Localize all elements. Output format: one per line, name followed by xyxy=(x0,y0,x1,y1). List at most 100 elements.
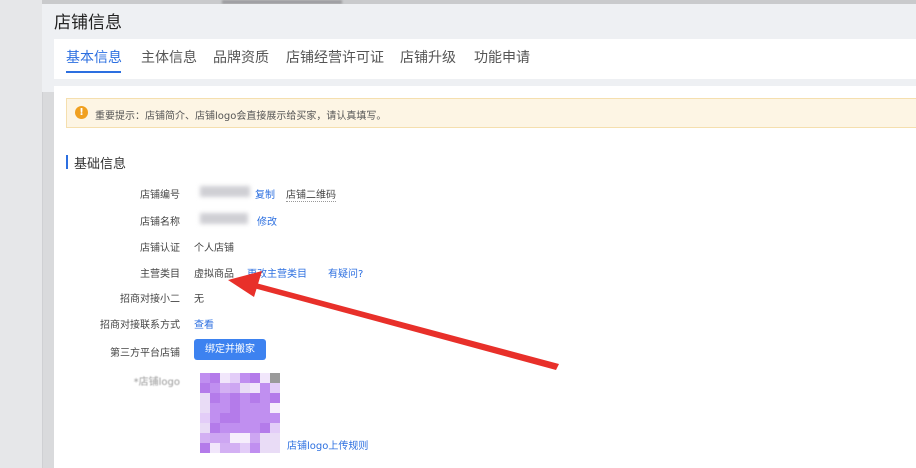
shop-id-value-blurred xyxy=(200,186,250,197)
logo-mosaic-cell xyxy=(210,433,220,443)
logo-mosaic-cell xyxy=(240,393,250,403)
logo-mosaic-cell xyxy=(250,373,260,383)
tab-brand-qualification[interactable]: 品牌资质 xyxy=(213,47,269,67)
logo-upload-rules-link[interactable]: 店铺logo上传规则 xyxy=(287,437,368,452)
logo-mosaic-cell xyxy=(210,393,220,403)
tab-bar: 基本信息 主体信息 品牌资质 店铺经营许可证 店铺升级 功能申请 xyxy=(54,39,916,79)
page-title: 店铺信息 xyxy=(54,13,122,33)
shop-name-value-blurred xyxy=(200,213,248,224)
copy-link[interactable]: 复制 xyxy=(255,186,275,201)
left-sidebar xyxy=(0,0,43,468)
logo-mosaic-cell xyxy=(250,433,260,443)
logo-mosaic-cell xyxy=(270,403,280,413)
logo-mosaic-cell xyxy=(200,423,210,433)
section-marker xyxy=(66,155,68,169)
logo-mosaic-cell xyxy=(230,413,240,423)
logo-mosaic-cell xyxy=(260,423,270,433)
tab-entity-info[interactable]: 主体信息 xyxy=(141,47,197,67)
logo-mosaic-cell xyxy=(260,433,270,443)
logo-mosaic-cell xyxy=(240,403,250,413)
notice-text: 重要提示：店铺简介、店铺logo会直接展示给买家，请认真填写。 xyxy=(95,111,387,122)
contact-person-value: 无 xyxy=(194,294,204,305)
logo-mosaic-cell xyxy=(230,433,240,443)
logo-mosaic-cell xyxy=(240,443,250,453)
logo-mosaic-cell xyxy=(210,423,220,433)
logo-mosaic-cell xyxy=(260,383,270,393)
logo-mosaic-cell xyxy=(210,413,220,423)
logo-mosaic-cell xyxy=(240,413,250,423)
logo-mosaic-cell xyxy=(250,403,260,413)
logo-mosaic-cell xyxy=(260,413,270,423)
logo-mosaic-cell xyxy=(210,403,220,413)
logo-mosaic-cell xyxy=(220,423,230,433)
certification-value: 个人店铺 xyxy=(194,243,234,254)
category-value: 虚拟商品 xyxy=(194,269,234,280)
logo-mosaic-cell xyxy=(240,423,250,433)
notice-banner: ! 重要提示：店铺简介、店铺logo会直接展示给买家，请认真填写。 xyxy=(66,98,916,128)
question-link[interactable]: 有疑问? xyxy=(328,265,363,280)
logo-mosaic-cell xyxy=(230,373,240,383)
logo-mosaic-cell xyxy=(230,393,240,403)
logo-mosaic-cell xyxy=(260,403,270,413)
modify-shop-name-link[interactable]: 修改 xyxy=(257,213,277,228)
logo-mosaic-cell xyxy=(230,443,240,453)
third-party-label: 第三方平台店铺 xyxy=(110,348,180,359)
tab-feature-application[interactable]: 功能申请 xyxy=(474,47,530,67)
view-contact-link[interactable]: 查看 xyxy=(194,316,214,331)
logo-mosaic-cell xyxy=(270,373,280,383)
tab-shop-upgrade[interactable]: 店铺升级 xyxy=(400,47,456,67)
contact-person-label: 招商对接小二 xyxy=(120,294,180,305)
warning-icon: ! xyxy=(75,106,88,119)
logo-mosaic-cell xyxy=(270,433,280,443)
tab-basic-info[interactable]: 基本信息 xyxy=(66,47,122,67)
active-tab-indicator xyxy=(66,71,121,73)
logo-mosaic-cell xyxy=(250,393,260,403)
logo-mosaic-cell xyxy=(270,393,280,403)
logo-mosaic-cell xyxy=(200,383,210,393)
logo-mosaic-cell xyxy=(230,423,240,433)
certification-label: 店铺认证 xyxy=(140,243,180,254)
logo-mosaic-cell xyxy=(210,373,220,383)
logo-mosaic-cell xyxy=(200,443,210,453)
logo-mosaic-cell xyxy=(240,373,250,383)
logo-mosaic-cell xyxy=(200,373,210,383)
logo-mosaic-cell xyxy=(220,373,230,383)
logo-label: *店铺logo xyxy=(133,377,180,388)
logo-mosaic-cell xyxy=(240,383,250,393)
logo-mosaic-cell xyxy=(230,403,240,413)
change-category-link[interactable]: 更改主营类目 xyxy=(247,265,307,280)
logo-mosaic-cell xyxy=(210,383,220,393)
shop-name-label: 店铺名称 xyxy=(140,217,180,228)
logo-mosaic-cell xyxy=(260,373,270,383)
logo-mosaic-cell xyxy=(270,413,280,423)
logo-mosaic-cell xyxy=(270,383,280,393)
logo-mosaic-cell xyxy=(220,383,230,393)
main-content: ! 重要提示：店铺简介、店铺logo会直接展示给买家，请认真填写。 基础信息 店… xyxy=(54,86,916,468)
bind-and-migrate-button[interactable]: 绑定并搬家 xyxy=(194,339,266,360)
category-label: 主营类目 xyxy=(140,269,180,280)
logo-mosaic-cell xyxy=(220,393,230,403)
logo-mosaic-cell xyxy=(200,433,210,443)
logo-mosaic-cell xyxy=(250,423,260,433)
logo-mosaic-cell xyxy=(220,443,230,453)
logo-mosaic-cell xyxy=(240,433,250,443)
logo-mosaic-cell xyxy=(270,443,280,453)
shop-id-label: 店铺编号 xyxy=(140,190,180,201)
logo-mosaic-cell xyxy=(210,443,220,453)
logo-mosaic-cell xyxy=(260,443,270,453)
tab-business-license[interactable]: 店铺经营许可证 xyxy=(286,47,384,67)
logo-mosaic-cell xyxy=(220,433,230,443)
logo-mosaic-cell xyxy=(250,413,260,423)
logo-mosaic-cell xyxy=(200,403,210,413)
logo-mosaic-cell xyxy=(220,403,230,413)
logo-mosaic-cell xyxy=(200,413,210,423)
logo-mosaic-cell xyxy=(230,383,240,393)
shop-qrcode-link[interactable]: 店铺二维码 xyxy=(286,186,336,202)
shop-logo-image[interactable] xyxy=(200,373,280,453)
header-area: 店铺信息 基本信息 主体信息 品牌资质 店铺经营许可证 店铺升级 功能申请 xyxy=(42,4,916,92)
logo-mosaic-cell xyxy=(260,393,270,403)
logo-mosaic-cell xyxy=(250,443,260,453)
logo-mosaic-cell xyxy=(200,393,210,403)
logo-mosaic-cell xyxy=(270,423,280,433)
logo-mosaic-cell xyxy=(220,413,230,423)
